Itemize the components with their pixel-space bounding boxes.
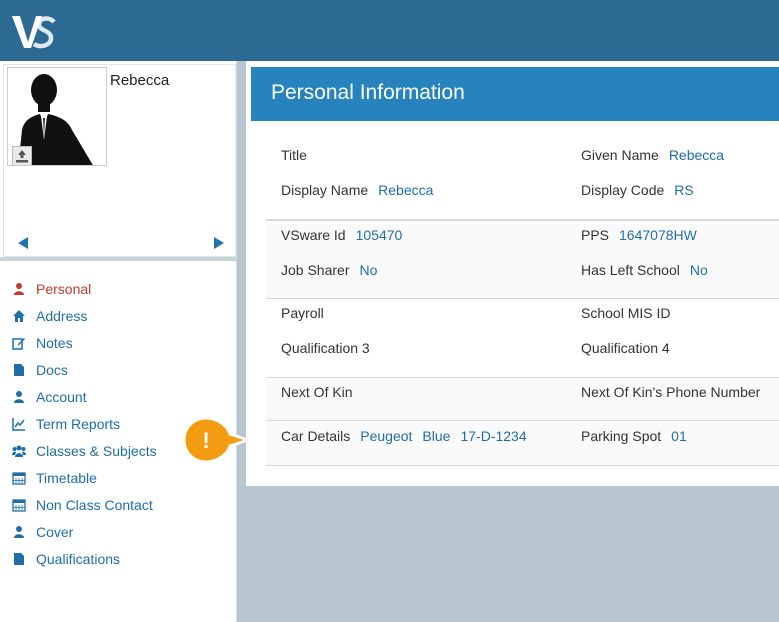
user-icon [14,391,24,403]
field-parking-spot: Parking Spot 01 [581,428,687,444]
edit-icon [12,338,25,350]
top-bar [0,0,779,61]
sidebar-item-non-class-contact[interactable]: Non Class Contact [0,493,236,520]
sidebar: Rebecca Personal Address Notes Docs Acco… [0,61,237,622]
field-title: Title [281,147,307,163]
field-label: Display Code [581,182,665,198]
field-label: Parking Spot [581,428,662,444]
sidebar-item-label: Personal [36,281,92,297]
calendar-icon [12,499,26,512]
sidebar-item-timetable[interactable]: Timetable [0,466,236,493]
avatar [7,67,107,166]
sidebar-item-account[interactable]: Account [0,385,236,412]
field-qualification-4: Qualification 4 [581,340,670,356]
section-ids: VSware Id 105470 PPS 1647078HW Job Sharer N… [266,220,779,299]
field-label: Next Of Kin [281,384,353,400]
sidebar-item-label: Docs [36,362,68,378]
sidebar-item-address[interactable]: Address [0,304,236,331]
sidebar-item-label: Qualifications [36,551,121,567]
sidebar-item-label: Account [36,389,87,405]
home-icon [13,310,25,322]
field-next-of-kin-phone: Next Of Kin's Phone Number [581,384,760,400]
profile-name: Rebecca [110,72,170,89]
section-car-details: Car Details Peugeot Blue 17-D-1234 Parking … [266,421,779,466]
upload-icon [16,150,28,163]
upload-photo-button[interactable] [12,146,32,165]
document-icon [14,364,24,376]
car-make-value: Peugeot [360,428,413,444]
field-display-code: Display Code RS [581,182,694,198]
has-left-school-value: No [689,262,708,278]
field-label: Given Name [581,147,659,163]
field-label: Has Left School [581,262,680,278]
sidebar-divider [0,257,237,261]
previous-staff-arrow-icon[interactable] [18,237,28,249]
field-car-details: Car Details Peugeot Blue 17-D-1234 [281,428,527,444]
card-header: Personal Information [251,67,779,121]
field-label: Title [281,147,307,163]
user-icon [14,283,24,295]
field-label: School MIS ID [581,305,671,321]
pps-value: 1647078HW [619,227,697,243]
field-has-left-school: Has Left School No [581,262,708,278]
field-label: VSware Id [281,227,346,243]
sidebar-item-notes[interactable]: Notes [0,331,236,358]
sidebar-item-label: Notes [36,335,73,351]
group-icon [12,445,26,457]
field-job-sharer: Job Sharer No [281,262,377,278]
sidebar-item-label: Address [36,308,88,324]
field-vsware-id: VSware Id 105470 [281,227,402,243]
parking-spot-value: 01 [671,428,687,444]
card-title: Personal Information [271,81,465,104]
sidebar-item-qualifications[interactable]: Qualifications [0,547,236,574]
field-label: Qualification 3 [281,340,370,356]
sidebar-item-docs[interactable]: Docs [0,358,236,385]
field-label: Qualification 4 [581,340,670,356]
sidebar-item-label: Term Reports [36,416,121,432]
field-label: Payroll [281,305,324,321]
vsware-id-value: 105470 [355,227,403,243]
field-label: Car Details [281,428,351,444]
sidebar-item-label: Classes & Subjects [36,443,157,459]
line-chart-icon [12,418,25,431]
document-icon [14,553,24,565]
field-next-of-kin: Next Of Kin [281,384,353,400]
calendar-icon [12,472,26,485]
alert-symbol: ! [202,428,209,453]
field-label: PPS [581,227,610,243]
field-given-name: Given Name Rebecca [581,147,724,163]
field-qualification-3: Qualification 3 [281,340,370,356]
sidebar-item-label: Cover [36,524,74,540]
field-label: Job Sharer [281,262,350,278]
field-label: Next Of Kin's Phone Number [581,384,761,400]
section-next-of-kin: Next Of Kin Next Of Kin's Phone Number [266,378,779,421]
car-registration-value: 17-D-1234 [460,428,527,444]
profile-box: Rebecca [3,64,236,257]
display-name-value: Rebecca [378,182,434,198]
sidebar-item-label: Non Class Contact [36,497,153,513]
personal-information-card: Personal Information Title Given Name Reb… [246,61,779,486]
section-payroll: Payroll School MIS ID Qualification 3 Qu… [266,299,779,378]
user-icon [14,526,24,538]
display-code-value: RS [674,182,694,198]
next-staff-arrow-icon[interactable] [214,237,224,249]
field-payroll: Payroll [281,305,324,321]
field-label: Display Name [281,182,369,198]
field-school-mis-id: School MIS ID [581,305,670,321]
vsware-logo[interactable] [10,12,56,52]
sidebar-item-personal[interactable]: Personal [0,277,236,304]
field-display-name: Display Name Rebecca [281,182,433,198]
sidebar-item-cover[interactable]: Cover [0,520,236,547]
car-colour-value: Blue [422,428,451,444]
section-names: Title Given Name Rebecca Display Name Rebe… [266,121,779,220]
given-name-value: Rebecca [668,147,725,163]
alert-callout-icon: ! [182,416,252,464]
field-pps: PPS 1647078HW [581,227,697,243]
job-sharer-value: No [359,262,378,278]
sidebar-item-label: Timetable [36,470,97,486]
